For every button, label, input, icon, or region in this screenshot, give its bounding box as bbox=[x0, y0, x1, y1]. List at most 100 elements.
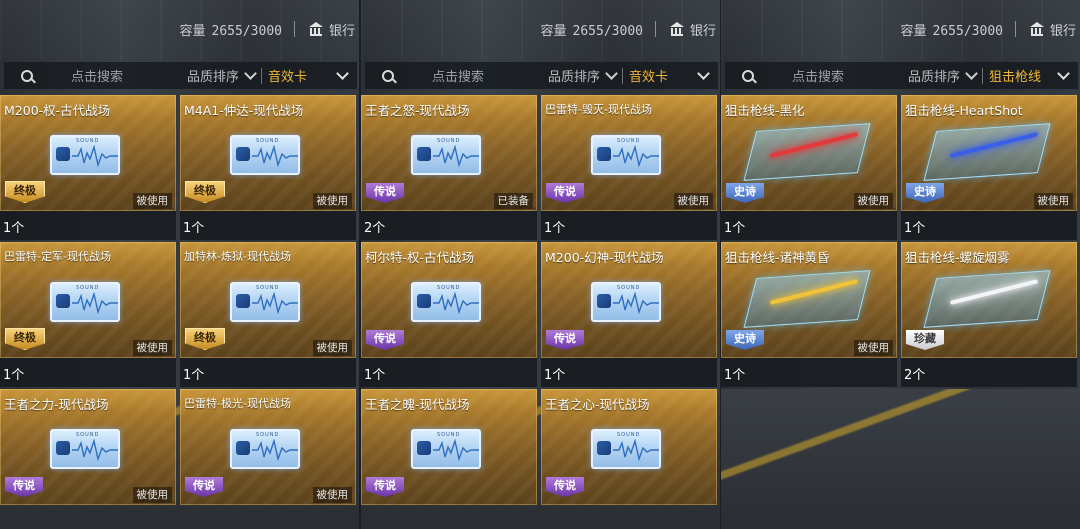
card-footer bbox=[361, 358, 537, 387]
item-quantity: 2个 bbox=[904, 368, 926, 383]
chevron-down-icon bbox=[965, 67, 978, 80]
card-footer bbox=[901, 211, 1077, 240]
bank-button[interactable]: 银行 bbox=[669, 20, 716, 39]
search-input[interactable]: 点击搜索 bbox=[71, 66, 183, 85]
sound-card-icon: SOUND bbox=[50, 282, 120, 322]
sort-label: 品质排序 bbox=[187, 70, 240, 85]
quality-sort-dropdown[interactable]: 品质排序 bbox=[187, 66, 257, 85]
item-card[interactable]: M200-权-古代战场 SOUND 终极 被使用 1个 bbox=[0, 95, 176, 240]
item-card[interactable]: 柯尔特-权-古代战场 SOUND 传说 1个 bbox=[361, 242, 537, 387]
status-badge: 被使用 bbox=[132, 193, 172, 209]
item-quantity: 2个 bbox=[364, 221, 386, 236]
item-quantity: 1个 bbox=[3, 368, 25, 383]
capacity-display: 容量 2655/3000 bbox=[180, 20, 282, 39]
filter-label: 狙击枪线 bbox=[989, 70, 1042, 85]
bank-button[interactable]: 银行 bbox=[308, 20, 355, 39]
card-face: M200-权-古代战场 SOUND 终极 被使用 bbox=[0, 95, 176, 211]
item-card[interactable]: 狙击枪线-黑化 史诗 被使用 1个 bbox=[721, 95, 897, 240]
item-card[interactable]: M4A1-仲达-现代战场 SOUND 终极 被使用 1个 bbox=[180, 95, 356, 240]
rarity-badge: 传说 bbox=[366, 183, 404, 203]
item-title: 王者之力-现代战场 bbox=[4, 397, 109, 412]
search-icon[interactable] bbox=[21, 69, 33, 82]
card-face: 巴雷特-毁灭-现代战场 SOUND 传说 被使用 bbox=[541, 95, 717, 211]
item-card[interactable]: 狙击枪线-螺旋烟雾 珍藏 2个 bbox=[901, 242, 1077, 387]
item-quantity: 1个 bbox=[183, 221, 205, 236]
chevron-down-icon bbox=[697, 67, 710, 80]
top-bar: 容量 2655/3000 银行 bbox=[541, 16, 720, 42]
inventory-panel-3: 容量 2655/3000 银行 点击搜索 品质排序 狙击枪线 狙击枪线-黑化 史诗… bbox=[721, 0, 1080, 529]
filter-label: 音效卡 bbox=[268, 70, 308, 85]
status-badge: 被使用 bbox=[312, 193, 352, 209]
item-title: M200-幻神-现代战场 bbox=[545, 250, 664, 265]
bank-button[interactable]: 银行 bbox=[1029, 20, 1076, 39]
card-footer bbox=[901, 358, 1077, 387]
card-footer bbox=[180, 358, 356, 387]
inventory-panel-2: 容量 2655/3000 银行 点击搜索 品质排序 音效卡 王者之怒-现代战场 S… bbox=[361, 0, 720, 529]
sound-card-icon: SOUND bbox=[50, 429, 120, 469]
item-quantity: 1个 bbox=[544, 368, 566, 383]
sound-card-icon: SOUND bbox=[230, 429, 300, 469]
item-title: M200-权-古代战场 bbox=[4, 103, 111, 118]
divider bbox=[654, 21, 656, 37]
search-input[interactable]: 点击搜索 bbox=[432, 66, 544, 85]
card-face: M4A1-仲达-现代战场 SOUND 终极 被使用 bbox=[180, 95, 356, 211]
status-badge: 被使用 bbox=[853, 193, 893, 209]
rarity-badge: 史诗 bbox=[726, 183, 764, 203]
item-card[interactable]: 狙击枪线-HeartShot 史诗 被使用 1个 bbox=[901, 95, 1077, 240]
card-footer bbox=[180, 211, 356, 240]
status-badge: 已装备 bbox=[493, 193, 533, 209]
search-icon[interactable] bbox=[382, 69, 394, 82]
item-card[interactable]: 狙击枪线-诸神黄昏 史诗 被使用 1个 bbox=[721, 242, 897, 387]
item-card[interactable]: 巴雷特-毁灭-现代战场 SOUND 传说 被使用 1个 bbox=[541, 95, 717, 240]
status-badge: 被使用 bbox=[312, 340, 352, 356]
card-face: 柯尔特-权-古代战场 SOUND 传说 bbox=[361, 242, 537, 358]
bank-label: 银行 bbox=[1049, 23, 1076, 39]
item-quantity: 1个 bbox=[364, 368, 386, 383]
card-face: 王者之力-现代战场 SOUND 传说 被使用 bbox=[0, 389, 176, 505]
sound-card-icon: SOUND bbox=[591, 282, 661, 322]
quality-sort-dropdown[interactable]: 品质排序 bbox=[908, 66, 978, 85]
chevron-down-icon bbox=[605, 67, 618, 80]
beam-card-icon bbox=[743, 123, 871, 181]
item-card[interactable]: 巴雷特-定军-现代战场 SOUND 终极 被使用 1个 bbox=[0, 242, 176, 387]
bank-label: 银行 bbox=[689, 23, 716, 39]
search-filter-bar: 点击搜索 品质排序 狙击枪线 bbox=[725, 62, 1078, 89]
category-filter-dropdown[interactable]: 音效卡 bbox=[629, 66, 718, 85]
background-floor bbox=[721, 389, 1080, 529]
capacity-display: 容量 2655/3000 bbox=[541, 20, 643, 39]
item-title: 柯尔特-权-古代战场 bbox=[365, 250, 475, 265]
capacity-label: 容量 bbox=[179, 23, 206, 39]
category-filter-dropdown[interactable]: 音效卡 bbox=[268, 66, 357, 85]
search-input[interactable]: 点击搜索 bbox=[792, 66, 904, 85]
item-card[interactable]: 巴雷特-极光-现代战场 SOUND 传说 被使用 bbox=[180, 389, 356, 529]
card-face: 王者之心-现代战场 SOUND 传说 bbox=[541, 389, 717, 505]
item-card[interactable]: 王者之怒-现代战场 SOUND 传说 已装备 2个 bbox=[361, 95, 537, 240]
item-card[interactable]: 加特林-炼狱-现代战场 SOUND 终极 被使用 1个 bbox=[180, 242, 356, 387]
item-card[interactable]: 王者之魄-现代战场 SOUND 传说 bbox=[361, 389, 537, 529]
rarity-badge: 史诗 bbox=[726, 330, 764, 350]
card-face: 巴雷特-定军-现代战场 SOUND 终极 被使用 bbox=[0, 242, 176, 358]
item-title: 巴雷特-极光-现代战场 bbox=[184, 397, 291, 410]
card-face: M200-幻神-现代战场 SOUND 传说 bbox=[541, 242, 717, 358]
item-quantity: 1个 bbox=[3, 221, 25, 236]
item-card[interactable]: 王者之力-现代战场 SOUND 传说 被使用 bbox=[0, 389, 176, 529]
bank-label: 银行 bbox=[328, 23, 355, 39]
category-filter-dropdown[interactable]: 狙击枪线 bbox=[989, 66, 1078, 85]
sound-card-icon: SOUND bbox=[411, 429, 481, 469]
item-quantity: 1个 bbox=[724, 368, 746, 383]
beam-card-icon bbox=[923, 123, 1051, 181]
quality-sort-dropdown[interactable]: 品质排序 bbox=[548, 66, 618, 85]
search-icon[interactable] bbox=[742, 69, 754, 82]
top-bar: 容量 2655/3000 银行 bbox=[180, 16, 359, 42]
item-quantity: 1个 bbox=[183, 368, 205, 383]
item-title: 加特林-炼狱-现代战场 bbox=[184, 250, 291, 263]
item-card[interactable]: 王者之心-现代战场 SOUND 传说 bbox=[541, 389, 717, 529]
divider bbox=[293, 21, 295, 37]
status-badge: 被使用 bbox=[132, 487, 172, 503]
capacity-value: 2655/3000 bbox=[572, 23, 643, 39]
item-title: 狙击枪线-HeartShot bbox=[905, 103, 1023, 118]
chevron-down-icon bbox=[336, 67, 349, 80]
item-card[interactable]: M200-幻神-现代战场 SOUND 传说 1个 bbox=[541, 242, 717, 387]
inventory-panel-1: 容量 2655/3000 银行 点击搜索 品质排序 音效卡 M200-权-古代战场… bbox=[0, 0, 359, 529]
item-title: 王者之心-现代战场 bbox=[545, 397, 650, 412]
